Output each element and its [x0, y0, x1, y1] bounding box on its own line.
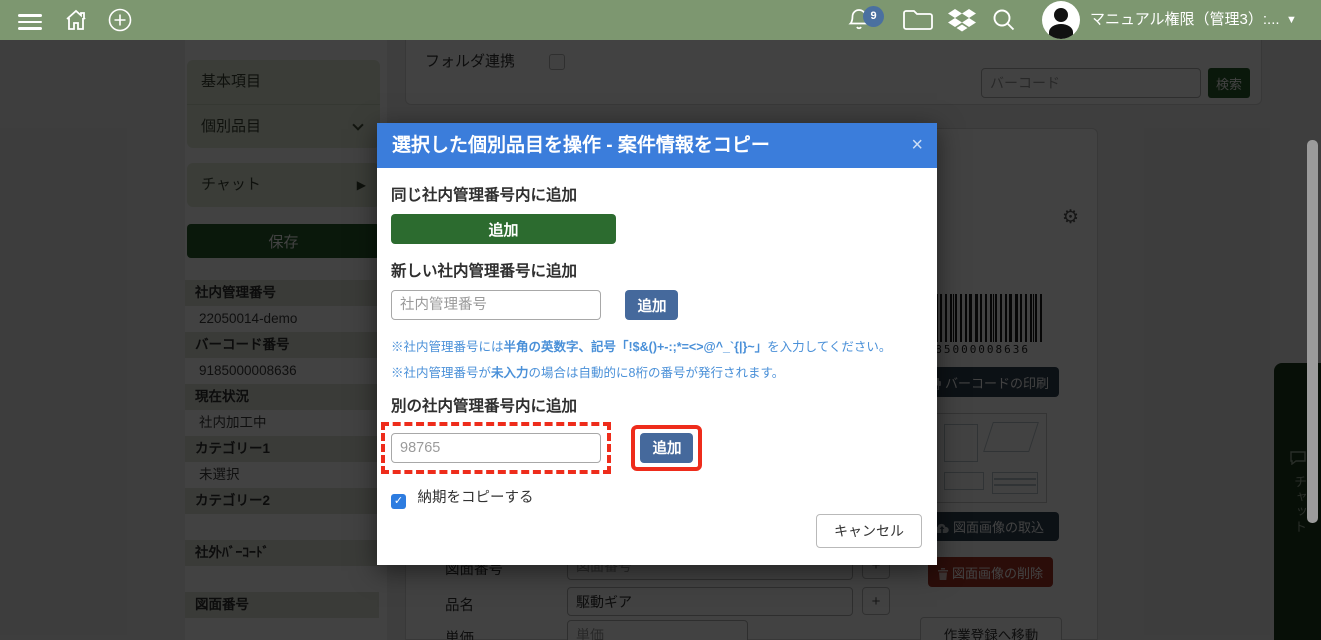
add-new-icon[interactable]: [108, 8, 132, 32]
new-number-heading: 新しい社内管理番号に追加: [391, 259, 923, 281]
copy-due-date-label: 納期をコピーする: [417, 490, 533, 506]
modal-header: 選択した個別品目を操作 - 案件情報をコピー ×: [377, 123, 937, 168]
top-navigation-bar: 9 マニュアル権限（管理3）:... ▼: [0, 0, 1321, 40]
copy-due-date-checkbox[interactable]: ✓: [391, 494, 406, 509]
notification-count-badge: 9: [863, 6, 884, 27]
user-avatar[interactable]: [1042, 1, 1080, 39]
close-icon[interactable]: ×: [911, 123, 923, 168]
add-new-number-button[interactable]: 追加: [625, 290, 678, 320]
highlight-dashed-box: [381, 422, 611, 474]
highlight-solid-box: 追加: [631, 425, 702, 471]
chevron-down-icon[interactable]: ▼: [1286, 0, 1297, 40]
search-icon[interactable]: [992, 8, 1016, 32]
copy-item-modal: 選択した個別品目を操作 - 案件情報をコピー × 同じ社内管理番号内に追加 追加…: [377, 123, 937, 565]
dropbox-icon[interactable]: [947, 9, 971, 33]
other-number-heading: 別の社内管理番号内に追加: [391, 394, 923, 416]
add-other-number-button[interactable]: 追加: [640, 433, 693, 463]
folder-icon[interactable]: [903, 10, 927, 34]
user-menu-label[interactable]: マニュアル権限（管理3）:...: [1090, 0, 1280, 40]
input-rule-hint: ※社内管理番号には半角の英数字、記号「!$&()+-:;*=<>@^_`{|}~…: [391, 336, 923, 355]
modal-title: 選択した個別品目を操作 - 案件情報をコピー: [377, 123, 937, 168]
hamburger-menu-icon[interactable]: [18, 10, 42, 34]
home-icon[interactable]: [64, 8, 88, 32]
other-number-input[interactable]: [391, 433, 601, 463]
same-number-heading: 同じ社内管理番号内に追加: [391, 168, 923, 205]
cancel-button[interactable]: キャンセル: [816, 514, 922, 548]
new-number-input[interactable]: [391, 290, 601, 320]
add-same-number-button[interactable]: 追加: [391, 214, 616, 244]
auto-number-hint: ※社内管理番号が未入力の場合は自動的に8桁の番号が発行されます。: [391, 362, 923, 381]
scrollbar-thumb[interactable]: [1307, 140, 1318, 523]
